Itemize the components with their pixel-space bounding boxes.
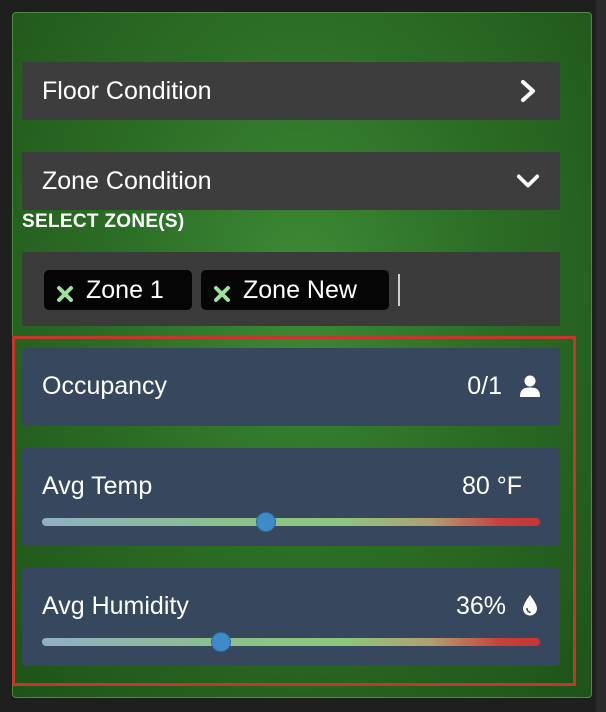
person-icon bbox=[518, 374, 542, 398]
avg-humidity-label: Avg Humidity bbox=[42, 592, 189, 620]
zone-chip[interactable]: Zone New bbox=[201, 270, 389, 310]
remove-x-icon[interactable] bbox=[213, 281, 231, 302]
select-zones-label: SELECT ZONE(S) bbox=[22, 211, 185, 232]
humidity-slider-track[interactable] bbox=[42, 632, 540, 652]
remove-x-icon[interactable] bbox=[56, 281, 74, 302]
avg-temp-card: Avg Temp 80 °F bbox=[22, 448, 560, 546]
text-cursor bbox=[398, 274, 400, 306]
occupancy-label: Occupancy bbox=[42, 372, 168, 400]
window-edge-strip bbox=[596, 0, 606, 712]
avg-temp-label: Avg Temp bbox=[42, 472, 153, 500]
water-drop-icon bbox=[518, 593, 542, 617]
occupancy-card: Occupancy 0/1 bbox=[22, 348, 560, 426]
zone-chip-label: Zone New bbox=[243, 275, 357, 304]
avg-humidity-value: 36% bbox=[455, 592, 506, 620]
zone-chip[interactable]: Zone 1 bbox=[44, 270, 192, 310]
temp-slider-track[interactable] bbox=[42, 512, 540, 532]
zone-multiselect[interactable]: Zone 1 Zone New bbox=[22, 252, 560, 326]
chevron-right-icon bbox=[516, 79, 540, 103]
floor-condition-accordion[interactable]: Floor Condition bbox=[22, 62, 560, 120]
humidity-slider-thumb[interactable] bbox=[211, 632, 232, 652]
zone-condition-label: Zone Condition bbox=[42, 166, 212, 195]
occupancy-value: 0/1 bbox=[467, 372, 502, 400]
zone-condition-accordion[interactable]: Zone Condition bbox=[22, 152, 560, 210]
chevron-down-icon bbox=[516, 169, 540, 193]
temp-slider-thumb[interactable] bbox=[256, 512, 277, 532]
zone-chip-label: Zone 1 bbox=[86, 275, 164, 304]
avg-temp-value: 80 °F bbox=[461, 472, 522, 500]
floor-condition-label: Floor Condition bbox=[42, 76, 212, 105]
avg-humidity-card: Avg Humidity 36% bbox=[22, 568, 560, 666]
